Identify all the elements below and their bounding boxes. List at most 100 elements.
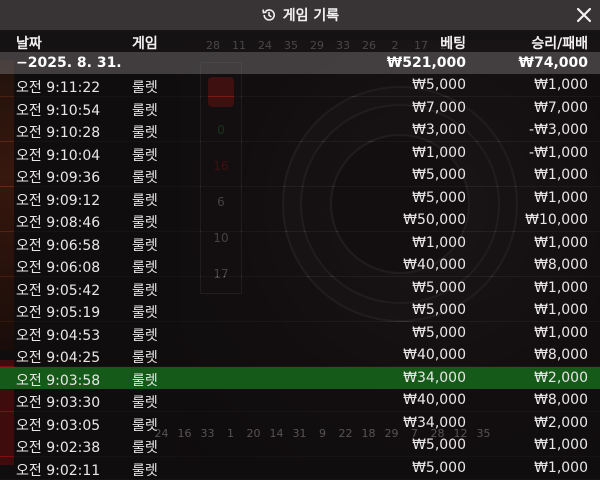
row-result: ₩1,000 bbox=[534, 189, 588, 206]
row-result: ₩1,000 bbox=[534, 234, 588, 251]
row-time: 오전 9:10:04 bbox=[16, 147, 101, 164]
row-time: 오전 9:03:30 bbox=[16, 395, 101, 411]
row-time: 오전 9:06:58 bbox=[16, 237, 101, 254]
row-result: ₩1,000 bbox=[534, 167, 588, 183]
row-game: 룰렛 bbox=[132, 440, 158, 456]
row-result: ₩1,000 bbox=[534, 459, 588, 476]
history-row[interactable]: 오전 9:04:53 룰렛 ₩5,000 ₩1,000 bbox=[0, 321, 600, 344]
row-result: -₩1,000 bbox=[529, 144, 588, 161]
row-game: 룰렛 bbox=[132, 147, 158, 164]
row-time: 오전 9:05:42 bbox=[16, 282, 101, 299]
row-time: 오전 9:08:46 bbox=[16, 215, 101, 231]
row-time: 오전 9:09:12 bbox=[16, 192, 101, 209]
row-result: ₩7,000 bbox=[534, 99, 588, 116]
row-game: 룰렛 bbox=[132, 372, 158, 389]
game-history-panel: 게임 기록 날짜 게임 베팅 승리/패배 −2025. 8. 31. ₩521,… bbox=[0, 0, 600, 479]
row-result: -₩3,000 bbox=[529, 122, 588, 138]
row-game: 룰렛 bbox=[132, 170, 158, 186]
row-result: ₩2,000 bbox=[534, 414, 588, 431]
row-game: 룰렛 bbox=[132, 462, 158, 479]
row-time: 오전 9:03:58 bbox=[16, 372, 101, 389]
row-result: ₩1,000 bbox=[534, 302, 588, 318]
row-result: ₩1,000 bbox=[534, 324, 588, 341]
row-game: 룰렛 bbox=[132, 417, 158, 434]
row-game: 룰렛 bbox=[132, 350, 158, 366]
column-header-row: 날짜 게임 베팅 승리/패배 bbox=[0, 30, 600, 52]
history-row[interactable]: 오전 9:05:42 룰렛 ₩5,000 ₩1,000 bbox=[0, 276, 600, 299]
row-bet: ₩5,000 bbox=[412, 77, 466, 93]
row-result: ₩8,000 bbox=[534, 347, 588, 363]
history-row[interactable]: 오전 9:10:28 룰렛 ₩3,000 -₩3,000 bbox=[0, 119, 600, 141]
history-row[interactable]: 오전 9:09:36 룰렛 ₩5,000 ₩1,000 bbox=[0, 164, 600, 186]
row-game: 룰렛 bbox=[132, 395, 158, 411]
history-row[interactable]: 오전 9:02:11 룰렛 ₩5,000 ₩1,000 bbox=[0, 456, 600, 479]
summary-result-total: ₩74,000 bbox=[518, 55, 588, 71]
row-bet: ₩5,000 bbox=[412, 189, 466, 206]
row-bet: ₩34,000 bbox=[403, 369, 466, 386]
column-header-bet[interactable]: 베팅 bbox=[440, 33, 466, 53]
summary-date: −2025. 8. 31. bbox=[16, 55, 122, 71]
row-bet: ₩40,000 bbox=[403, 392, 466, 408]
history-row[interactable]: 오전 9:05:19 룰렛 ₩5,000 ₩1,000 bbox=[0, 299, 600, 321]
close-icon[interactable] bbox=[574, 5, 594, 25]
row-result: ₩1,000 bbox=[534, 77, 588, 93]
row-result: ₩2,000 bbox=[534, 369, 588, 386]
history-row[interactable]: 오전 9:08:46 룰렛 ₩50,000 ₩10,000 bbox=[0, 209, 600, 231]
row-result: ₩1,000 bbox=[534, 437, 588, 453]
history-row[interactable]: 오전 9:03:58 룰렛 ₩34,000 ₩2,000 bbox=[0, 366, 600, 389]
row-time: 오전 9:05:19 bbox=[16, 305, 101, 321]
history-row[interactable]: 오전 9:06:58 룰렛 ₩1,000 ₩1,000 bbox=[0, 231, 600, 254]
row-bet: ₩40,000 bbox=[403, 347, 466, 363]
row-game: 룰렛 bbox=[132, 102, 158, 119]
row-bet: ₩1,000 bbox=[412, 234, 466, 251]
row-result: ₩8,000 bbox=[534, 257, 588, 273]
row-time: 오전 9:06:08 bbox=[16, 260, 101, 276]
row-bet: ₩50,000 bbox=[403, 212, 466, 228]
row-bet: ₩34,000 bbox=[403, 414, 466, 431]
row-bet: ₩3,000 bbox=[412, 122, 466, 138]
history-row[interactable]: 오전 9:04:25 룰렛 ₩40,000 ₩8,000 bbox=[0, 344, 600, 366]
date-summary-row[interactable]: −2025. 8. 31. ₩521,000 ₩74,000 bbox=[0, 52, 600, 74]
row-bet: ₩5,000 bbox=[412, 167, 466, 183]
column-header-date[interactable]: 날짜 bbox=[16, 33, 42, 53]
row-time: 오전 9:11:22 bbox=[16, 80, 101, 96]
row-game: 룰렛 bbox=[132, 327, 158, 344]
history-row[interactable]: 오전 9:02:38 룰렛 ₩5,000 ₩1,000 bbox=[0, 434, 600, 456]
row-game: 룰렛 bbox=[132, 237, 158, 254]
row-time: 오전 9:04:25 bbox=[16, 350, 101, 366]
column-header-game[interactable]: 게임 bbox=[132, 33, 158, 53]
history-row[interactable]: 오전 9:03:05 룰렛 ₩34,000 ₩2,000 bbox=[0, 411, 600, 434]
row-time: 오전 9:10:54 bbox=[16, 102, 101, 119]
row-game: 룰렛 bbox=[132, 80, 158, 96]
row-game: 룰렛 bbox=[132, 192, 158, 209]
summary-bet-total: ₩521,000 bbox=[386, 55, 466, 71]
row-result: ₩1,000 bbox=[534, 279, 588, 296]
row-time: 오전 9:03:05 bbox=[16, 417, 101, 434]
row-result: ₩10,000 bbox=[525, 212, 588, 228]
row-bet: ₩40,000 bbox=[403, 257, 466, 273]
row-game: 룰렛 bbox=[132, 215, 158, 231]
history-row[interactable]: 오전 9:09:12 룰렛 ₩5,000 ₩1,000 bbox=[0, 186, 600, 209]
history-row[interactable]: 오전 9:10:54 룰렛 ₩7,000 ₩7,000 bbox=[0, 96, 600, 119]
title-group: 게임 기록 bbox=[261, 5, 339, 25]
history-row[interactable]: 오전 9:10:04 룰렛 ₩1,000 -₩1,000 bbox=[0, 141, 600, 164]
row-result: ₩8,000 bbox=[534, 392, 588, 408]
row-game: 룰렛 bbox=[132, 260, 158, 276]
column-header-result[interactable]: 승리/패배 bbox=[531, 33, 588, 53]
history-icon bbox=[262, 9, 275, 21]
row-bet: ₩5,000 bbox=[412, 324, 466, 341]
row-game: 룰렛 bbox=[132, 125, 158, 141]
row-time: 오전 9:02:11 bbox=[16, 462, 101, 479]
row-bet: ₩1,000 bbox=[412, 144, 466, 161]
row-bet: ₩5,000 bbox=[412, 279, 466, 296]
row-bet: ₩5,000 bbox=[412, 459, 466, 476]
history-row[interactable]: 오전 9:06:08 룰렛 ₩40,000 ₩8,000 bbox=[0, 254, 600, 276]
row-bet: ₩5,000 bbox=[412, 437, 466, 453]
row-time: 오전 9:04:53 bbox=[16, 327, 101, 344]
row-time: 오전 9:09:36 bbox=[16, 170, 101, 186]
row-time: 오전 9:02:38 bbox=[16, 440, 101, 456]
history-row[interactable]: 오전 9:11:22 룰렛 ₩5,000 ₩1,000 bbox=[0, 74, 600, 96]
history-row[interactable]: 오전 9:03:30 룰렛 ₩40,000 ₩8,000 bbox=[0, 389, 600, 411]
panel-title-bar: 게임 기록 bbox=[0, 0, 600, 30]
row-bet: ₩5,000 bbox=[412, 302, 466, 318]
